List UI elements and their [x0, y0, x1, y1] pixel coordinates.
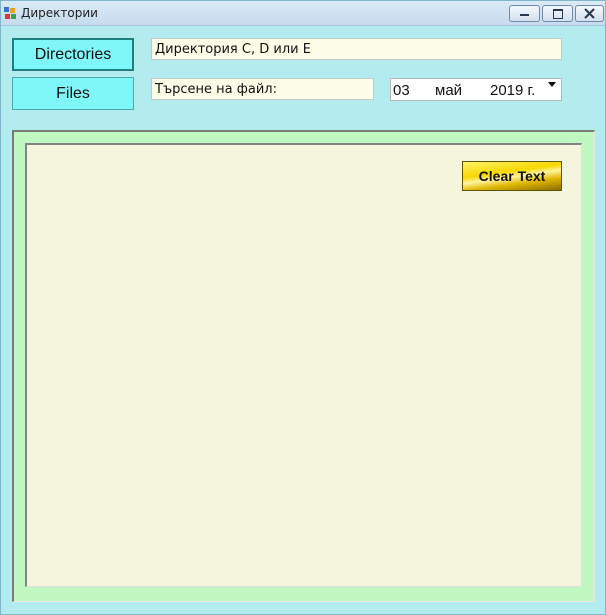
- close-button[interactable]: [575, 5, 604, 22]
- date-day[interactable]: 03: [393, 82, 410, 99]
- close-icon: [584, 8, 595, 19]
- app-icon: [4, 7, 18, 20]
- minimize-icon: [520, 14, 529, 16]
- results-text-area[interactable]: [25, 143, 582, 587]
- clear-text-button[interactable]: Clear Text: [462, 161, 562, 191]
- directory-field[interactable]: Директория C, D или E: [151, 38, 562, 60]
- files-button[interactable]: Files: [12, 77, 134, 110]
- file-search-field[interactable]: Търсене на файл:: [151, 78, 374, 100]
- restore-button[interactable]: [542, 5, 573, 22]
- chevron-down-icon[interactable]: [548, 82, 556, 87]
- date-month[interactable]: май: [435, 82, 462, 99]
- title-bar[interactable]: Директории: [1, 1, 605, 26]
- maximize-icon: [553, 9, 563, 19]
- date-picker[interactable]: 03 май 2019 г.: [390, 78, 562, 101]
- window-title: Директории: [21, 6, 98, 20]
- main-window: Директории Directories Files Директория …: [0, 0, 606, 615]
- date-year[interactable]: 2019 г.: [490, 82, 535, 99]
- directories-button[interactable]: Directories: [12, 38, 134, 71]
- minimize-button[interactable]: [509, 5, 540, 22]
